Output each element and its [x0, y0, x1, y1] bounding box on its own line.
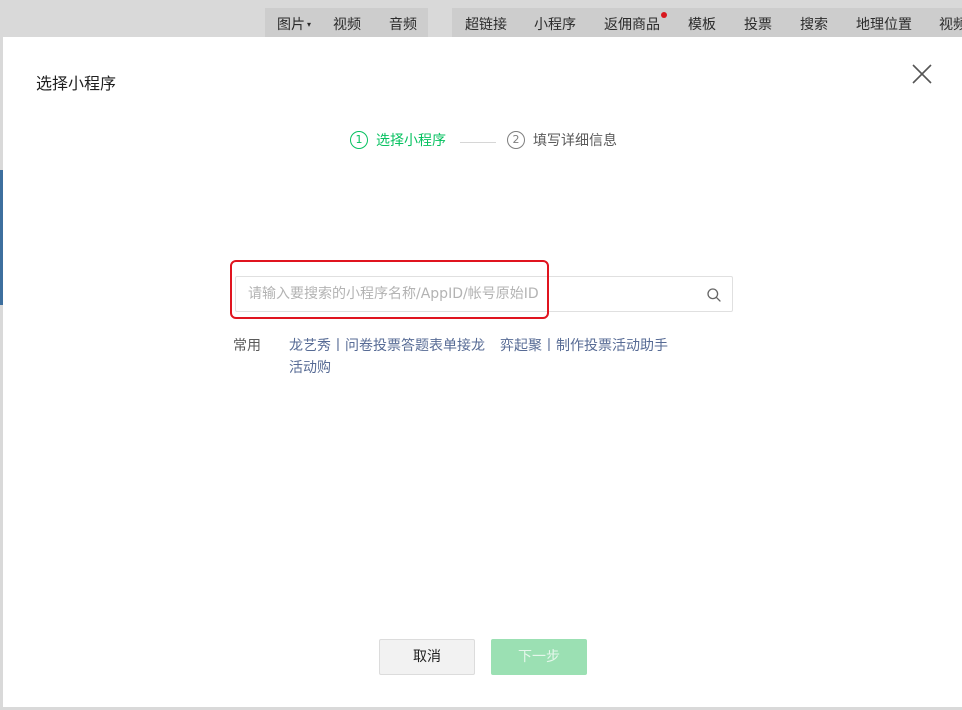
- toolbar-miniprogram-button[interactable]: 小程序: [534, 14, 576, 34]
- common-miniprogram-link[interactable]: 弈起聚丨制作投票活动助手: [500, 335, 668, 355]
- common-miniprogram-link[interactable]: 龙艺秀丨问卷投票答题表单接龙: [289, 335, 485, 355]
- chevron-down-icon: ▾: [307, 20, 312, 29]
- dialog-title: 选择小程序: [36, 74, 117, 93]
- toolbar-search-button[interactable]: 搜索: [800, 14, 828, 34]
- search-icon[interactable]: [706, 287, 722, 303]
- toolbar-commission-goods-button[interactable]: 返佣商品: [604, 14, 660, 34]
- toolbar-video-channel-button[interactable]: 视频: [939, 14, 962, 34]
- step-select-miniprogram: 1 选择小程序: [350, 130, 446, 150]
- notification-dot: [661, 12, 667, 18]
- step-fill-details: 2 填写详细信息: [507, 130, 617, 150]
- miniprogram-search-box: [235, 276, 733, 312]
- toolbar-image-button[interactable]: 图片 ▾: [277, 14, 311, 34]
- next-step-button[interactable]: 下一步: [491, 639, 587, 675]
- common-miniprogram-link[interactable]: 活动购: [289, 357, 331, 377]
- toolbar-template-button[interactable]: 模板: [688, 14, 716, 34]
- toolbar-video-button[interactable]: 视频: [333, 14, 361, 34]
- step-label: 选择小程序: [376, 133, 446, 149]
- step-number: 1: [350, 131, 368, 149]
- editor-toolbar: 图片 ▾ 视频 音频 超链接 小程序 返佣商品 模板 投票 搜索 地理位置 视频: [0, 0, 962, 40]
- toolbar-hyperlink-button[interactable]: 超链接: [465, 14, 507, 34]
- toolbar-vote-button[interactable]: 投票: [744, 14, 772, 34]
- step-divider: [460, 142, 496, 143]
- step-label: 填写详细信息: [533, 133, 617, 149]
- select-miniprogram-dialog: 选择小程序 1 选择小程序 2 填写详细信息 常用 龙艺秀丨问卷投票答题表单接龙…: [3, 37, 962, 707]
- toolbar-audio-button[interactable]: 音频: [389, 14, 417, 34]
- step-number: 2: [507, 131, 525, 149]
- close-icon[interactable]: [907, 59, 937, 89]
- miniprogram-search-input[interactable]: [248, 277, 688, 311]
- common-miniprogram-list: 龙艺秀丨问卷投票答题表单接龙 弈起聚丨制作投票活动助手 活动购: [289, 335, 689, 385]
- common-label: 常用: [233, 338, 261, 354]
- cancel-button[interactable]: 取消: [379, 639, 475, 675]
- toolbar-location-button[interactable]: 地理位置: [856, 14, 912, 34]
